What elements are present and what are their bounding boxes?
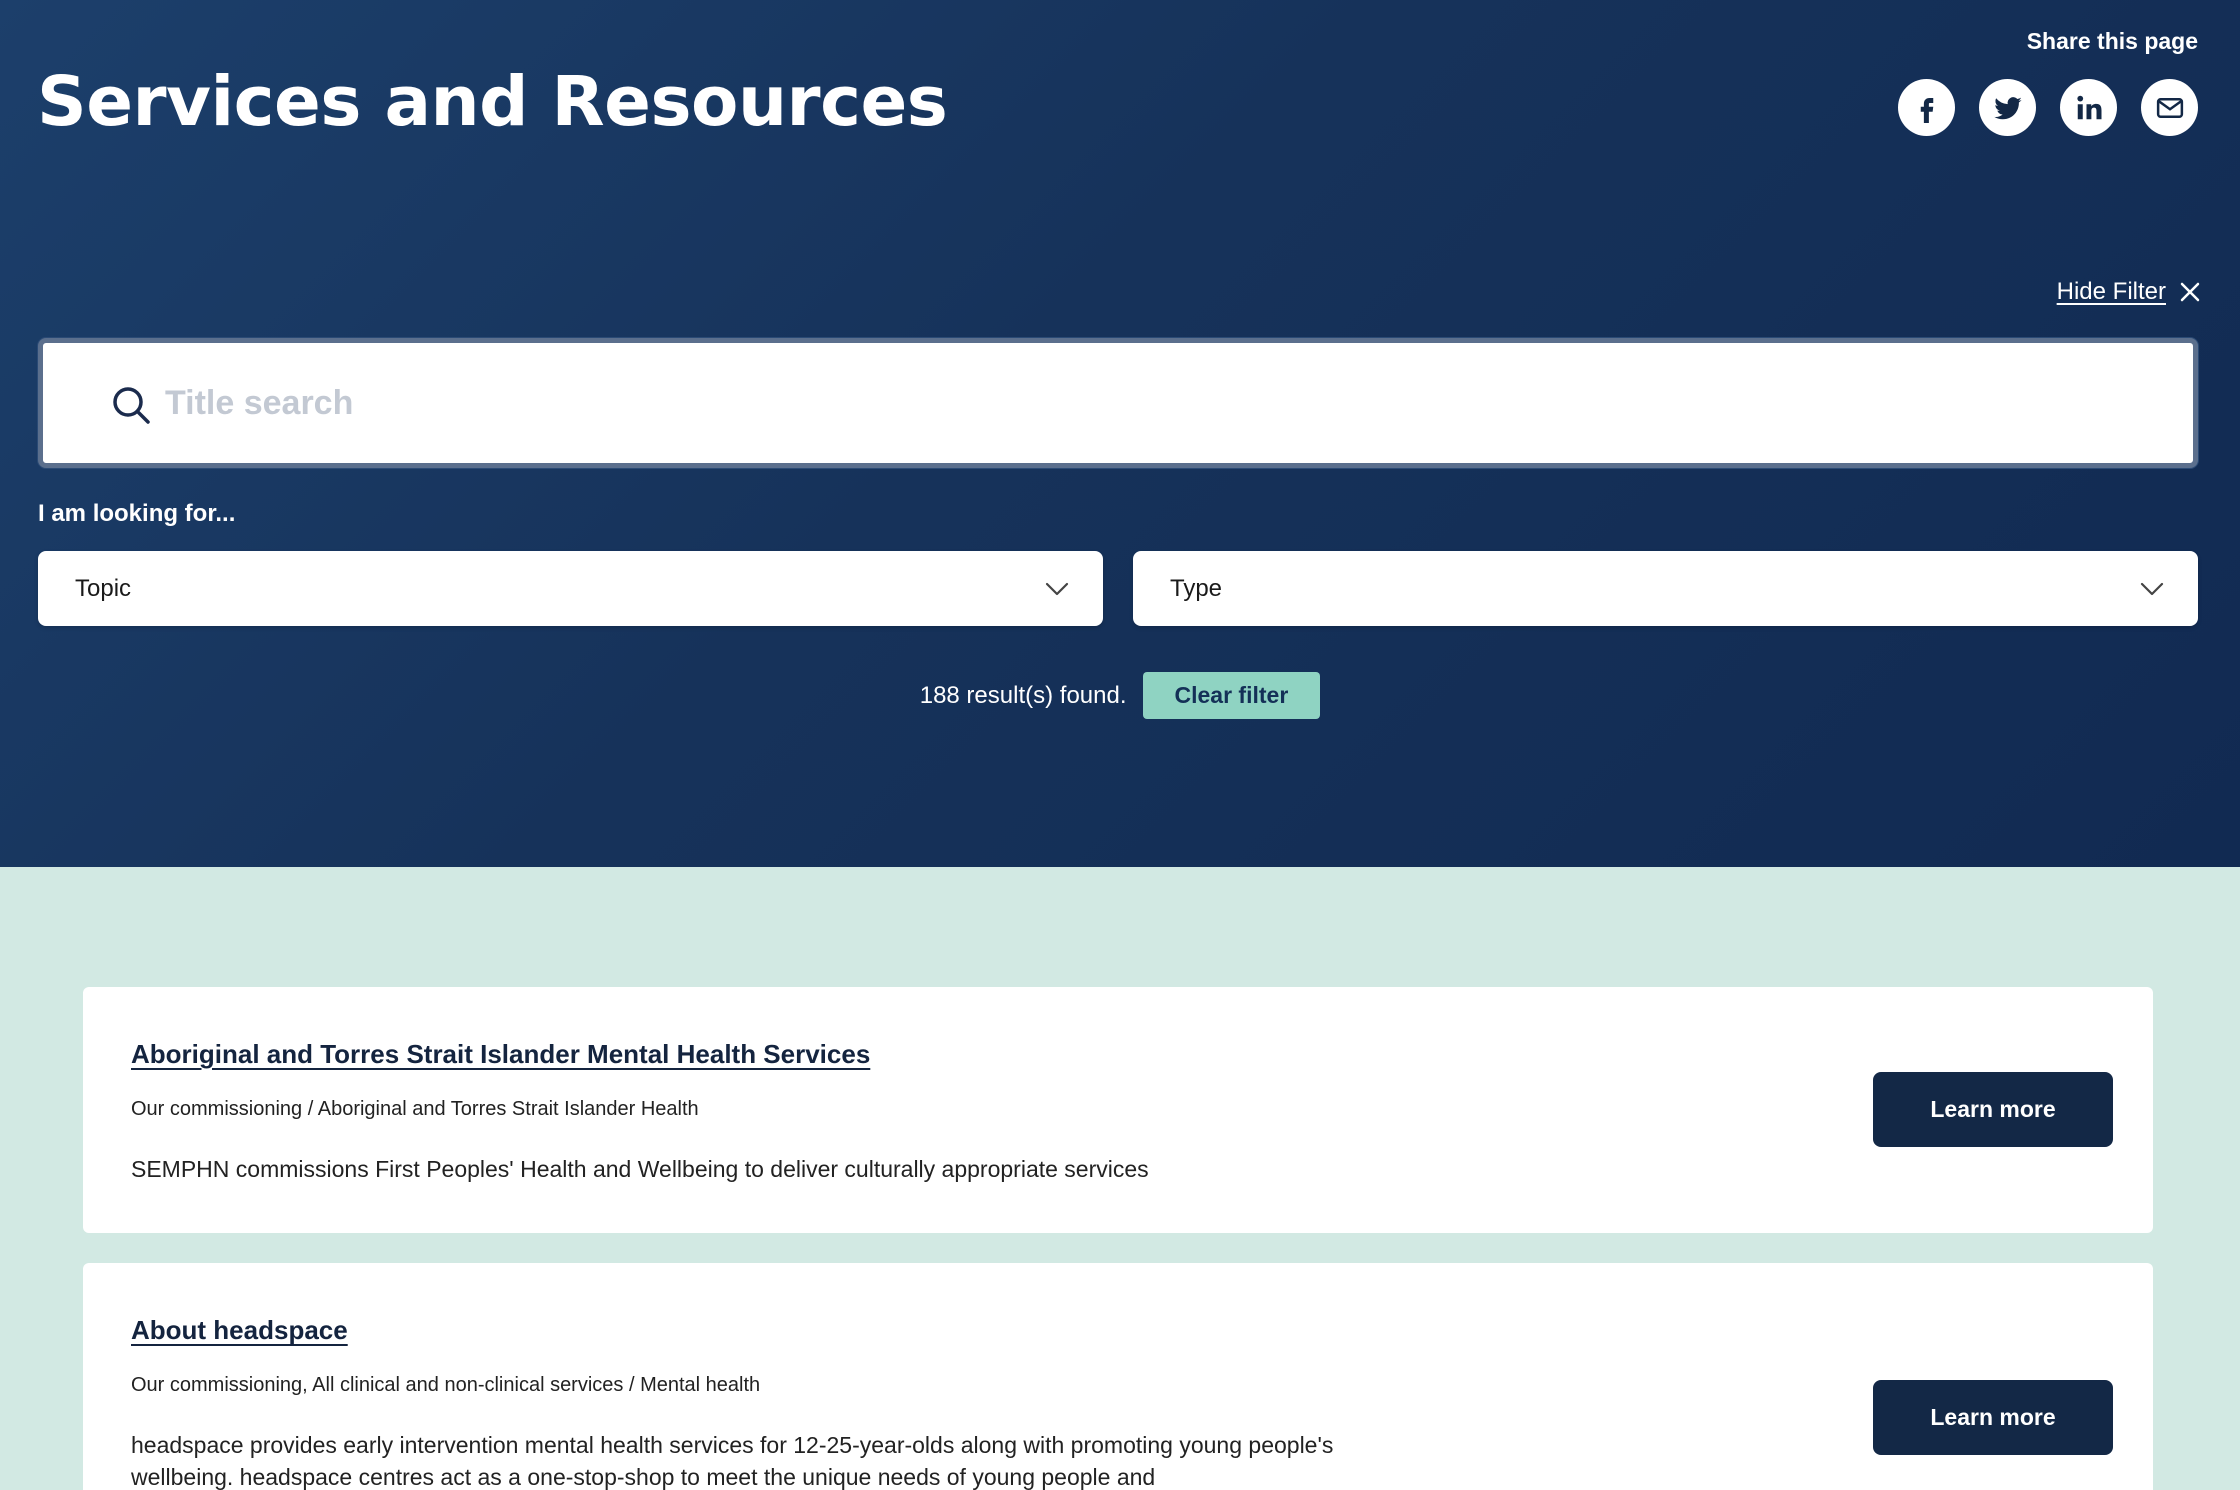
type-select-label: Type bbox=[1170, 575, 1223, 602]
linkedin-share-button[interactable] bbox=[2060, 79, 2117, 136]
twitter-icon bbox=[1993, 96, 2022, 119]
hide-filter-toggle[interactable]: Hide Filter bbox=[2057, 278, 2200, 306]
results-summary: 188 result(s) found. Clear filter bbox=[0, 672, 2240, 719]
share-icons bbox=[1898, 79, 2198, 136]
clear-filter-button[interactable]: Clear filter bbox=[1142, 672, 1321, 719]
results-count: 188 result(s) found. bbox=[919, 681, 1127, 709]
result-description: headspace provides early intervention me… bbox=[131, 1432, 1334, 1490]
type-select[interactable]: Type bbox=[1133, 551, 2198, 626]
result-category-path: Our commissioning / Aboriginal and Torre… bbox=[131, 1098, 699, 1120]
mail-icon bbox=[2156, 97, 2183, 118]
twitter-share-button[interactable] bbox=[1979, 79, 2036, 136]
search-box bbox=[38, 338, 2198, 468]
share-label: Share this page bbox=[2026, 28, 2198, 54]
learn-more-button[interactable]: Learn more bbox=[1873, 1380, 2113, 1455]
learn-more-button[interactable]: Learn more bbox=[1873, 1072, 2113, 1147]
result-title-link[interactable]: About headspace bbox=[131, 1315, 348, 1346]
result-description: SEMPHN commissions First Peoples' Health… bbox=[131, 1156, 1149, 1182]
result-title-link[interactable]: Aboriginal and Torres Strait Islander Me… bbox=[131, 1039, 870, 1070]
search-icon bbox=[113, 387, 150, 424]
topic-select[interactable]: Topic bbox=[38, 551, 1103, 626]
result-card: Aboriginal and Torres Strait Islander Me… bbox=[83, 987, 2153, 1233]
email-share-button[interactable] bbox=[2141, 79, 2198, 136]
title-search-input[interactable] bbox=[165, 363, 2145, 443]
page-title: Services and Resources bbox=[37, 62, 948, 142]
close-icon bbox=[2180, 282, 2200, 302]
facebook-share-button[interactable] bbox=[1898, 79, 1955, 136]
looking-for-label: I am looking for... bbox=[38, 500, 236, 527]
result-card: About headspace Our commissioning, All c… bbox=[83, 1263, 2153, 1490]
hide-filter-label: Hide Filter bbox=[2056, 278, 2166, 305]
topic-select-label: Topic bbox=[75, 575, 132, 602]
result-category-path: Our commissioning, All clinical and non-… bbox=[131, 1374, 761, 1396]
hero-banner: Services and Resources Share this page H… bbox=[0, 0, 2240, 867]
facebook-icon bbox=[1920, 97, 1933, 123]
linkedin-icon bbox=[2076, 95, 2101, 119]
chevron-down-icon bbox=[2140, 582, 2164, 596]
chevron-down-icon bbox=[1045, 582, 1069, 596]
